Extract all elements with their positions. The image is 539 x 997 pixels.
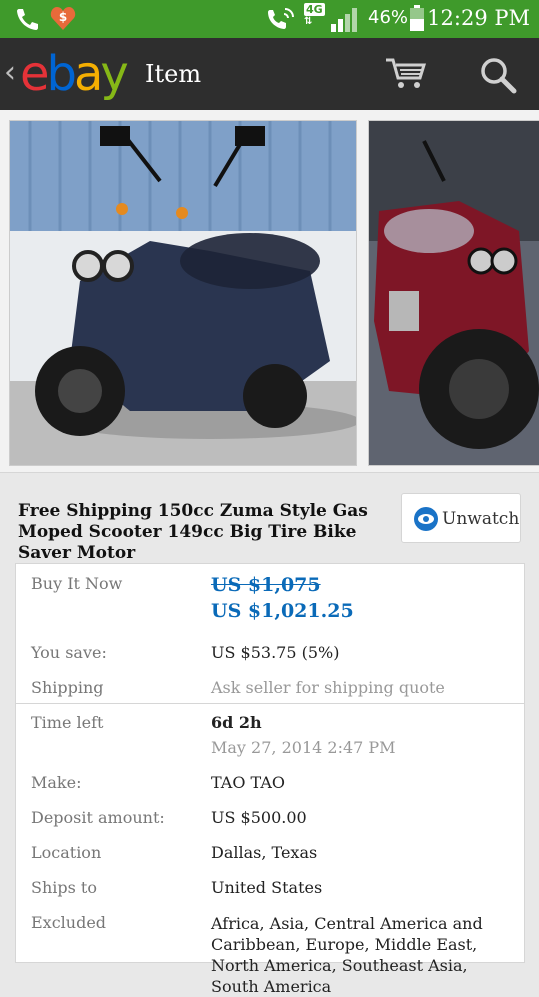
location-label: Location (31, 843, 102, 862)
clock: 12:29 PM (427, 6, 530, 30)
time-left-value: 6d 2h (211, 713, 262, 732)
end-date: May 27, 2014 2:47 PM (211, 738, 396, 757)
item-photo[interactable] (9, 120, 357, 466)
divider (16, 703, 524, 704)
battery-percent: 46% (368, 7, 409, 28)
back-icon[interactable]: ‹ (4, 58, 16, 88)
search-icon[interactable] (479, 56, 517, 94)
battery-icon (410, 5, 424, 31)
you-save-value: US $53.75 (5%) (211, 643, 340, 662)
item-details: Buy It Now US $1,075 US $1,021.25 You sa… (15, 563, 525, 996)
status-bar: $ 4G ⇅ 46% 12:29 PM (0, 0, 539, 38)
eye-icon (414, 507, 438, 531)
image-gallery[interactable] (0, 110, 539, 473)
cart-icon[interactable] (384, 56, 428, 92)
page-title: Item (145, 60, 202, 88)
excluded-label: Excluded (31, 913, 107, 932)
ebay-logo[interactable]: ebay (20, 44, 129, 104)
current-price: US $1,021.25 (211, 600, 354, 622)
make-value: TAO TAO (211, 773, 286, 792)
unwatch-button[interactable]: Unwatch (401, 493, 521, 543)
deposit-label: Deposit amount: (31, 808, 165, 827)
shipping-value[interactable]: Ask seller for shipping quote (211, 678, 445, 697)
unwatch-label: Unwatch (442, 509, 520, 529)
item-header: Free Shipping 150cc Zuma Style Gas Moped… (0, 473, 539, 563)
shipping-label: Shipping (31, 678, 104, 697)
time-left-label: Time left (31, 713, 104, 732)
network-indicator: 4G ⇅ (304, 3, 325, 27)
svg-text:$: $ (59, 10, 67, 24)
call-icon (268, 8, 294, 29)
deposit-value: US $500.00 (211, 808, 307, 827)
buy-it-now-label: Buy It Now (31, 574, 123, 593)
ships-to-label: Ships to (31, 878, 97, 897)
item-title: Free Shipping 150cc Zuma Style Gas Moped… (18, 501, 368, 563)
location-value: Dallas, Texas (211, 843, 318, 862)
phone-icon (17, 9, 38, 30)
make-label: Make: (31, 773, 82, 792)
original-price: US $1,075 (211, 574, 321, 596)
app-bar: ‹ ebay Item (0, 38, 539, 110)
you-save-label: You save: (31, 643, 107, 662)
excluded-value: Africa, Asia, Central America and Caribb… (211, 914, 483, 996)
ships-to-value: United States (211, 878, 323, 897)
signal-icon (331, 8, 357, 32)
item-photo[interactable] (368, 120, 539, 466)
deal-icon: $ (50, 7, 76, 30)
